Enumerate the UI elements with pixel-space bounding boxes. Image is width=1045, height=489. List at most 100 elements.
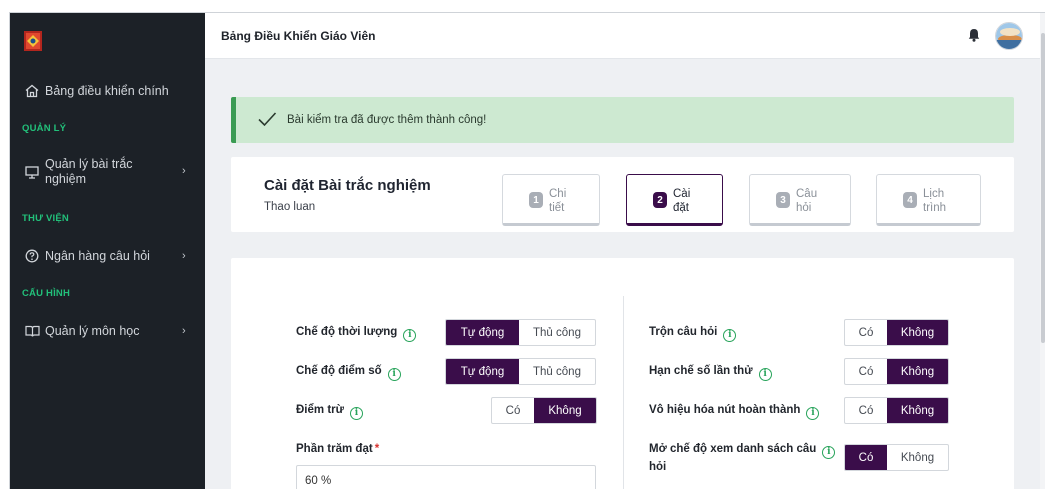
label-text: Điểm trừ bbox=[296, 404, 344, 416]
chevron-right-icon: › bbox=[182, 250, 186, 262]
penalty-no-option[interactable]: Không bbox=[534, 398, 596, 423]
sidebar-item-question-bank[interactable]: Ngân hàng câu hỏi › bbox=[10, 248, 205, 264]
quiz-subtitle: Thao luan bbox=[264, 201, 316, 213]
scrollbar-thumb[interactable] bbox=[1041, 33, 1045, 343]
label-text: Chế độ thời lượng bbox=[296, 326, 398, 338]
step-number: 4 bbox=[903, 192, 917, 208]
step-number: 1 bbox=[529, 192, 543, 208]
avatar[interactable] bbox=[995, 22, 1023, 50]
sidebar-item-dashboard[interactable]: Bảng điều khiển chính bbox=[10, 83, 205, 99]
sidebar-item-label: Quản lý môn học bbox=[45, 323, 140, 338]
step-label: Cài đặt bbox=[673, 187, 713, 215]
step-label-line-2: hỏi bbox=[796, 202, 812, 214]
penalty-toggle: Có Không bbox=[491, 397, 597, 424]
top-header: Bảng Điều Khiển Giáo Viên bbox=[205, 13, 1045, 59]
check-icon bbox=[258, 112, 277, 127]
score-mode-label: Chế độ điểm số i bbox=[296, 363, 401, 381]
list-view-toggle: Có Không bbox=[844, 444, 949, 471]
monitor-icon bbox=[24, 164, 40, 180]
score-auto-option[interactable]: Tự động bbox=[446, 359, 519, 384]
label-text: Hạn chế số lần thử bbox=[649, 365, 753, 377]
step-questions[interactable]: 3 Câu hỏi bbox=[749, 174, 851, 226]
step-label: Chi tiết bbox=[549, 187, 589, 215]
attempt-limit-label: Hạn chế số lần thử i bbox=[649, 363, 772, 381]
label-text: Vô hiệu hóa nút hoàn thành bbox=[649, 404, 801, 416]
home-icon bbox=[24, 83, 40, 99]
column-divider bbox=[623, 296, 624, 489]
step-label-line-2: trình bbox=[923, 202, 947, 214]
duration-mode-toggle: Tự động Thủ công bbox=[445, 319, 596, 346]
page-title: Bảng Điều Khiển Giáo Viên bbox=[221, 29, 376, 43]
alert-message: Bài kiểm tra đã được thêm thành công! bbox=[287, 114, 487, 126]
required-marker: * bbox=[374, 443, 380, 455]
list-view-no-option[interactable]: Không bbox=[887, 445, 948, 470]
attempt-limit-yes-option[interactable]: Có bbox=[845, 359, 887, 384]
info-icon[interactable]: i bbox=[349, 407, 363, 420]
step-number: 3 bbox=[776, 192, 790, 208]
score-manual-option[interactable]: Thủ công bbox=[519, 359, 595, 384]
sidebar-item-label: Ngân hàng câu hỏi bbox=[45, 248, 150, 263]
penalty-label: Điểm trừ i bbox=[296, 402, 363, 420]
info-icon[interactable]: i bbox=[723, 329, 737, 342]
step-schedule[interactable]: 4 Lịch trình bbox=[876, 174, 981, 226]
bell-icon[interactable] bbox=[966, 27, 982, 43]
step-label-line-2: đặt bbox=[673, 202, 689, 214]
section-config: CẤU HÌNH bbox=[22, 288, 71, 299]
book-open-icon bbox=[24, 323, 40, 339]
pass-percent-label: Phần trăm đạt * bbox=[296, 441, 379, 458]
chevron-right-icon: › bbox=[182, 325, 186, 337]
shuffle-label: Trộn câu hỏi i bbox=[649, 324, 737, 342]
info-icon[interactable]: i bbox=[822, 446, 836, 459]
attempt-limit-no-option[interactable]: Không bbox=[887, 359, 948, 384]
quiz-settings-header: Cài đặt Bài trắc nghiệm Thao luan 1 Chi t… bbox=[231, 157, 1014, 232]
disable-finish-label: Vô hiệu hóa nút hoàn thành i bbox=[649, 402, 820, 420]
sidebar-item-label: Bảng điều khiển chính bbox=[45, 83, 169, 98]
settings-panel: Chế độ thời lượng i Tự động Thủ công Chế … bbox=[231, 258, 1014, 489]
step-label-line-1: Lịch bbox=[923, 188, 945, 200]
disable-finish-toggle: Có Không bbox=[844, 397, 949, 424]
step-label: Lịch trình bbox=[923, 187, 963, 215]
duration-auto-option[interactable]: Tự động bbox=[446, 320, 519, 345]
list-view-yes-option[interactable]: Có bbox=[845, 445, 887, 470]
duration-manual-option[interactable]: Thủ công bbox=[519, 320, 595, 345]
sidebar: Bảng điều khiển chính QUẢN LÝ Quản lý bà… bbox=[10, 13, 205, 489]
avatar-image-icon bbox=[996, 23, 1022, 49]
duration-mode-label: Chế độ thời lượng i bbox=[296, 324, 417, 342]
app-logo-icon[interactable] bbox=[24, 31, 42, 51]
score-mode-toggle: Tự động Thủ công bbox=[445, 358, 596, 385]
help-circle-icon bbox=[24, 248, 40, 264]
step-settings[interactable]: 2 Cài đặt bbox=[626, 174, 723, 226]
disable-finish-no-option[interactable]: Không bbox=[887, 398, 948, 423]
shuffle-no-option[interactable]: Không bbox=[887, 320, 948, 345]
step-label-line-2: tiết bbox=[549, 202, 565, 214]
step-label-line-1: Chi bbox=[549, 188, 567, 200]
step-label-line-1: Câu bbox=[796, 188, 818, 200]
label-line-1: Quản lý bài trắc bbox=[45, 157, 133, 171]
disable-finish-yes-option[interactable]: Có bbox=[845, 398, 887, 423]
label-text-line-1: Mở chế độ xem danh sách câu bbox=[649, 443, 817, 455]
label-line-2: nghiệm bbox=[45, 172, 86, 186]
info-icon[interactable]: i bbox=[387, 368, 401, 381]
label-text-line-2: hỏi bbox=[649, 461, 667, 473]
step-label: Câu hỏi bbox=[796, 187, 836, 215]
attempt-limit-toggle: Có Không bbox=[844, 358, 949, 385]
app-window: Bảng điều khiển chính QUẢN LÝ Quản lý bà… bbox=[9, 12, 1045, 489]
info-icon[interactable]: i bbox=[806, 407, 820, 420]
info-icon[interactable]: i bbox=[758, 368, 772, 381]
sidebar-item-quiz-management[interactable]: Quản lý bài trắc nghiệm › bbox=[10, 157, 205, 187]
chevron-right-icon: › bbox=[182, 165, 186, 177]
sidebar-item-label: Quản lý bài trắc nghiệm bbox=[45, 157, 133, 187]
label-text: Trộn câu hỏi bbox=[649, 326, 718, 338]
success-alert: Bài kiểm tra đã được thêm thành công! bbox=[231, 97, 1014, 143]
section-manage: QUẢN LÝ bbox=[22, 123, 67, 134]
step-details[interactable]: 1 Chi tiết bbox=[502, 174, 600, 226]
list-view-label: Mở chế độ xem danh sách câu i hỏi bbox=[649, 441, 849, 476]
step-number: 2 bbox=[653, 192, 667, 208]
info-icon[interactable]: i bbox=[403, 329, 417, 342]
sidebar-item-subject-management[interactable]: Quản lý môn học › bbox=[10, 323, 205, 339]
penalty-yes-option[interactable]: Có bbox=[492, 398, 534, 423]
pass-percent-input[interactable]: 60 % bbox=[296, 465, 596, 489]
section-library: THƯ VIỆN bbox=[22, 213, 69, 224]
shuffle-toggle: Có Không bbox=[844, 319, 949, 346]
shuffle-yes-option[interactable]: Có bbox=[845, 320, 887, 345]
